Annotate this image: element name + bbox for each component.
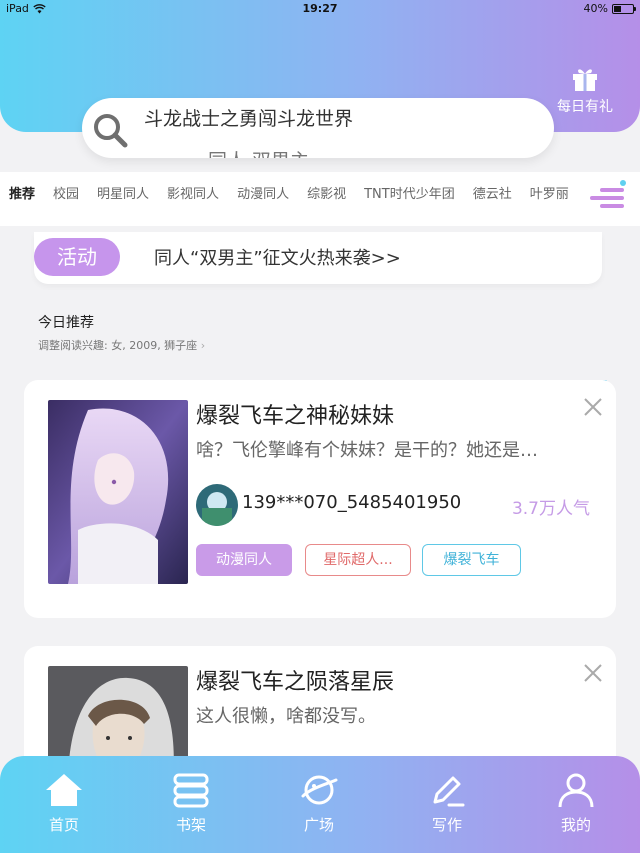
tab-item[interactable]: 影视同人 xyxy=(167,183,219,202)
close-icon[interactable] xyxy=(584,664,602,682)
chevron-right-icon: › xyxy=(200,339,206,352)
category-tabs: 推荐 校园 明星同人 影视同人 动漫同人 综影视 TNT时代少年团 德云社 叶罗丽 xyxy=(0,172,640,392)
nav-profile[interactable]: 我的 xyxy=(531,772,621,835)
book-cover-image xyxy=(48,400,188,584)
tab-item[interactable]: 校园 xyxy=(53,183,79,202)
notification-dot xyxy=(620,180,626,186)
home-icon xyxy=(46,774,82,806)
nav-square[interactable]: 广场 xyxy=(274,772,364,835)
bottom-navigation: 首页 书架 广场 写作 我的 xyxy=(0,756,640,853)
tag-chip[interactable]: 动漫同人 xyxy=(196,544,292,576)
tab-item[interactable]: 综影视 xyxy=(307,183,346,202)
tab-item[interactable]: 德云社 xyxy=(473,183,512,202)
section-title: 今日推荐 xyxy=(38,315,94,331)
gift-label: 每日有礼 xyxy=(557,99,613,115)
adjust-interest-link[interactable]: 调整阅读兴趣: 女, 2009, 狮子座 › xyxy=(38,337,205,353)
category-menu-button[interactable] xyxy=(588,180,626,212)
search-suggestion-next: 同人·双男主 xyxy=(208,146,309,158)
popularity-count: 3.7万人气 xyxy=(511,499,590,519)
tab-row: 推荐 校园 明星同人 影视同人 动漫同人 综影视 TNT时代少年团 德云社 叶罗丽 xyxy=(9,183,569,202)
status-bar: iPad 19:27 40% xyxy=(0,0,640,18)
author-name: 139***070_5485401950 xyxy=(242,492,462,513)
search-suggestion: 斗龙战士之勇闯斗龙世界 xyxy=(144,108,354,130)
activity-banner[interactable]: 活动 同人“双男主”征文火热来袭>> xyxy=(34,232,602,284)
book-card[interactable]: 爆裂飞车之神秘妹妹 啥？飞伦擎峰有个妹妹？是干的？她还是… 139***070_… xyxy=(24,380,616,618)
book-title: 爆裂飞车之神秘妹妹 xyxy=(196,404,395,429)
activity-message: 同人“双男主”征文火热来袭>> xyxy=(154,248,401,269)
menu-bar xyxy=(600,188,624,192)
nav-label: 广场 xyxy=(303,816,334,834)
close-icon[interactable] xyxy=(584,398,602,416)
nav-home[interactable]: 首页 xyxy=(19,772,109,835)
book-description: 这人很懒，啥都没写。 xyxy=(196,706,376,727)
status-time: 19:27 xyxy=(302,2,338,15)
menu-bar xyxy=(600,204,624,208)
activity-badge: 活动 xyxy=(34,238,120,276)
tab-item[interactable]: 推荐 xyxy=(9,183,35,202)
daily-gift-button[interactable]: 每日有礼 xyxy=(550,66,620,116)
planet-icon xyxy=(301,775,338,805)
tag-chip[interactable]: 星际超人... xyxy=(305,544,411,576)
menu-bar xyxy=(590,196,624,200)
search-icon xyxy=(94,114,128,148)
battery-percent: 40% xyxy=(583,2,608,15)
bookshelf-icon xyxy=(173,773,209,808)
tag-chip[interactable]: 爆裂飞车 xyxy=(422,544,521,576)
profile-icon xyxy=(558,773,594,808)
tab-item[interactable]: 动漫同人 xyxy=(237,183,289,202)
tab-item[interactable]: TNT时代少年团 xyxy=(364,183,455,202)
nav-label: 首页 xyxy=(48,816,79,834)
tab-item[interactable]: 叶罗丽 xyxy=(530,183,569,202)
gift-icon xyxy=(573,69,597,91)
nav-label: 写作 xyxy=(431,816,462,834)
adjust-interest-text: 调整阅读兴趣: 女, 2009, 狮子座 xyxy=(38,339,198,352)
battery-icon xyxy=(612,3,636,14)
book-description: 啥？飞伦擎峰有个妹妹？是干的？她还是… xyxy=(196,440,538,461)
nav-write[interactable]: 写作 xyxy=(402,772,492,835)
author-avatar xyxy=(196,484,238,526)
nav-label: 书架 xyxy=(175,816,206,834)
nav-bookshelf[interactable]: 书架 xyxy=(146,772,236,835)
search-bar[interactable]: 斗龙战士之勇闯斗龙世界 同人·双男主 xyxy=(82,98,554,158)
nav-label: 我的 xyxy=(560,816,591,834)
book-title: 爆裂飞车之陨落星辰 xyxy=(196,670,395,695)
tab-item[interactable]: 明星同人 xyxy=(97,183,149,202)
pen-icon xyxy=(433,776,465,807)
